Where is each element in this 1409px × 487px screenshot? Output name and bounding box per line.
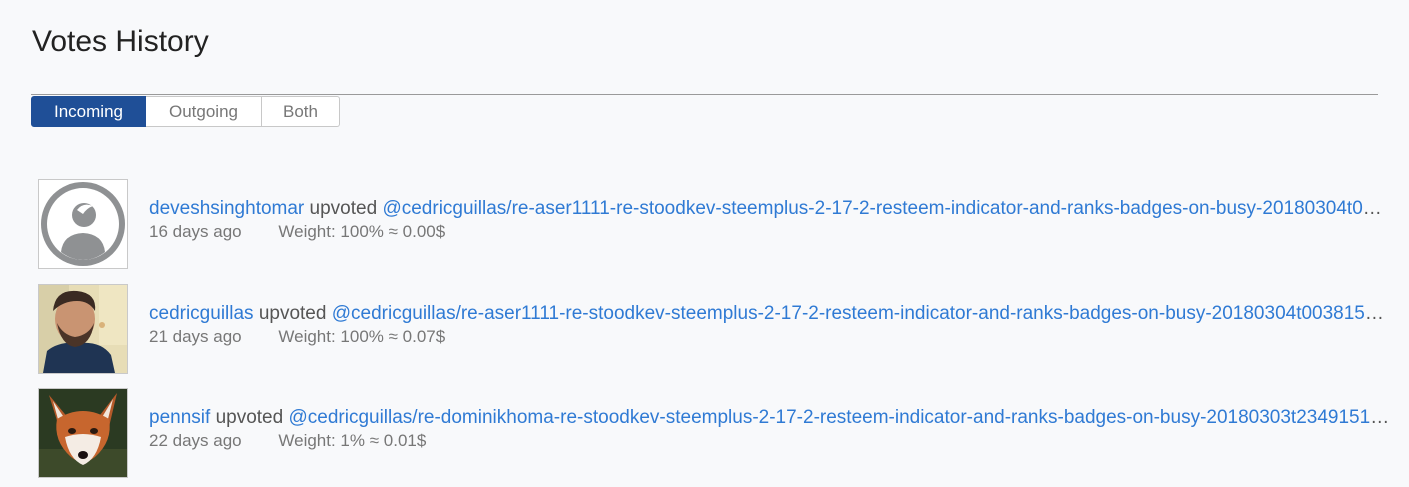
- vote-list-item: deveshsinghtomar upvoted @cedricguillas/…: [38, 179, 1409, 269]
- vote-meta: 21 days ago Weight: 100% ≈ 0.07$: [149, 326, 445, 348]
- default-user-icon: [39, 180, 127, 268]
- avatar[interactable]: [38, 284, 128, 374]
- post-link[interactable]: @cedricguillas/re-aser1111-re-stoodkev-s…: [332, 303, 1391, 324]
- vote-time: 22 days ago: [149, 431, 242, 450]
- vote-description: cedricguillas upvoted @cedricguillas/re-…: [149, 302, 1391, 326]
- vote-meta: 16 days ago Weight: 100% ≈ 0.00$: [149, 221, 445, 243]
- voter-link[interactable]: pennsif: [149, 407, 210, 428]
- page-title: Votes History: [32, 25, 209, 58]
- vote-description: pennsif upvoted @cedricguillas/re-domini…: [149, 406, 1391, 430]
- vote-action: upvoted: [258, 303, 327, 324]
- voter-link[interactable]: deveshsinghtomar: [149, 198, 304, 219]
- vote-list-item: pennsif upvoted @cedricguillas/re-domini…: [38, 388, 1409, 478]
- post-link[interactable]: @cedricguillas/re-dominikhoma-re-stoodke…: [288, 407, 1391, 428]
- vote-time: 16 days ago: [149, 222, 242, 241]
- vote-weight: Weight: 100% ≈ 0.00$: [278, 222, 446, 241]
- votes-history-page: Votes History Incoming Outgoing Both dev…: [0, 0, 1409, 487]
- avatar[interactable]: [38, 388, 128, 478]
- vote-meta: 22 days ago Weight: 1% ≈ 0.01$: [149, 430, 426, 452]
- voter-link[interactable]: cedricguillas: [149, 303, 254, 324]
- vote-time: 21 days ago: [149, 327, 242, 346]
- tab-outgoing[interactable]: Outgoing: [146, 96, 262, 127]
- post-link[interactable]: @cedricguillas/re-aser1111-re-stoodkev-s…: [382, 198, 1391, 219]
- avatar[interactable]: [38, 179, 128, 269]
- vote-action: upvoted: [309, 198, 378, 219]
- vote-list-item: cedricguillas upvoted @cedricguillas/re-…: [38, 284, 1409, 374]
- vote-weight: Weight: 1% ≈ 0.01$: [278, 431, 427, 450]
- vote-description: deveshsinghtomar upvoted @cedricguillas/…: [149, 197, 1391, 221]
- user-photo-fox: [39, 389, 127, 477]
- tab-both[interactable]: Both: [262, 96, 340, 127]
- user-photo-bearded-man: [39, 285, 127, 373]
- vote-action: upvoted: [215, 407, 284, 428]
- title-divider: [31, 94, 1378, 95]
- tab-incoming[interactable]: Incoming: [31, 96, 146, 127]
- vote-weight: Weight: 100% ≈ 0.07$: [278, 327, 446, 346]
- vote-filter-tabs: Incoming Outgoing Both: [31, 96, 340, 127]
